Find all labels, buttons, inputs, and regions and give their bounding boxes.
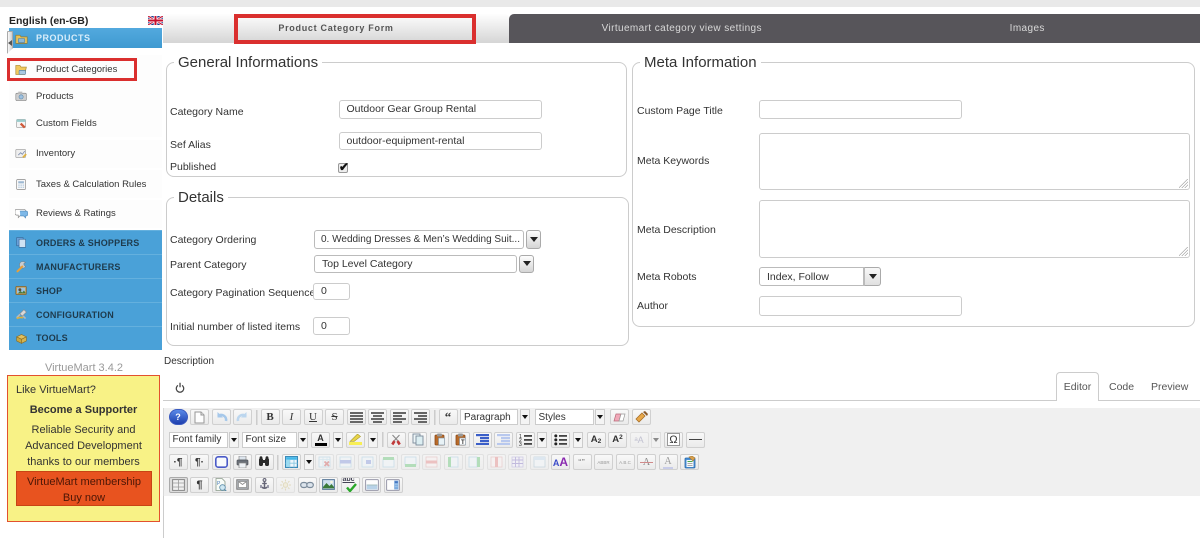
svg-text:T: T — [461, 440, 465, 446]
svg-text:3: 3 — [519, 442, 522, 446]
